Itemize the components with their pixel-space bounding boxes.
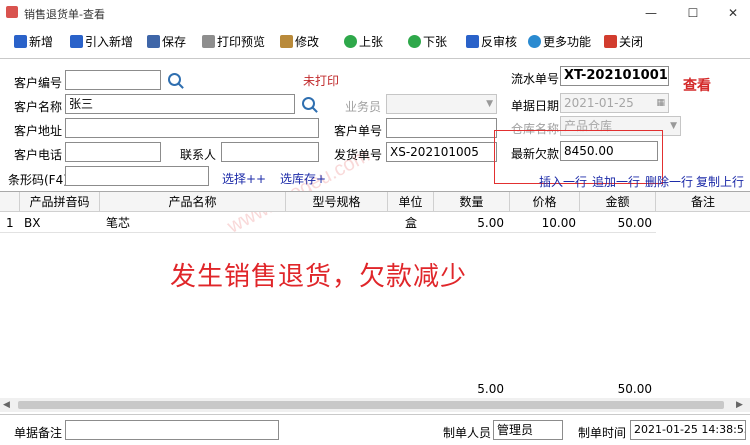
next-button[interactable]: 下张 [408, 32, 447, 52]
arrow-right-icon [408, 35, 421, 48]
toolbar-divider [0, 58, 750, 59]
column-header[interactable]: 产品拼音码 [20, 192, 100, 212]
tools-icon [280, 35, 293, 48]
annotation-text: 发生销售退货，欠款减少 [170, 262, 468, 292]
scrollbar-thumb[interactable] [18, 401, 724, 409]
import-new-button[interactable]: 引入新增 [70, 32, 133, 52]
customer-phone-input[interactable] [65, 142, 161, 162]
time-label: 制单时间 [578, 426, 627, 440]
floppy-icon [147, 35, 160, 48]
more-functions-button[interactable]: 更多功能 [528, 32, 591, 52]
customer-name-label: 客户名称 [14, 100, 63, 114]
select-link[interactable]: 选择++ [222, 170, 266, 187]
unit-cell[interactable]: 盒 [388, 214, 434, 232]
search-icon[interactable] [302, 97, 315, 110]
items-grid: 产品拼音码 产品名称 型号规格 单位 数量 价格 金额 备注 1 BX 笔芯 盒… [0, 191, 750, 412]
printer-icon [202, 35, 215, 48]
close-button[interactable]: 关闭 [604, 32, 643, 52]
app-icon [6, 6, 18, 18]
append-row-link[interactable]: 追加一行 [592, 173, 640, 190]
total-amount: 50.00 [617, 382, 652, 396]
select-stock-link[interactable]: 选库存+ [280, 170, 326, 187]
customer-order-input[interactable] [386, 118, 497, 138]
insert-row-link[interactable]: 插入一行 [539, 173, 587, 190]
serial-no-field: XT-202101001 [560, 66, 669, 86]
column-header[interactable]: 型号规格 [286, 192, 388, 212]
barcode-input[interactable] [65, 166, 209, 186]
plus-icon [70, 35, 83, 48]
customer-address-label: 客户地址 [14, 124, 63, 138]
minimize-button[interactable]: — [638, 3, 664, 23]
copy-row-link[interactable]: 复制上行 [696, 173, 744, 190]
modify-button[interactable]: 修改 [280, 32, 319, 52]
customer-phone-label: 客户电话 [14, 148, 63, 162]
row-number: 1 [6, 216, 14, 230]
contact-input[interactable] [221, 142, 319, 162]
column-header[interactable]: 单位 [388, 192, 434, 212]
product-name-cell[interactable]: 笔芯 [106, 214, 130, 232]
column-header[interactable]: 备注 [656, 192, 750, 212]
doc-date-picker[interactable]: 2021-01-25 ▦ [560, 93, 669, 113]
row-divider [0, 232, 656, 233]
total-quantity: 5.00 [477, 382, 504, 396]
barcode-label: 条形码(F4) [8, 173, 68, 187]
footer: 单据备注 制单人员 管理员 制单时间 2021-01-25 14:38:55 [0, 414, 750, 445]
customer-address-input[interactable] [65, 118, 319, 138]
arrow-left-icon [344, 35, 357, 48]
quantity-cell[interactable]: 5.00 [434, 214, 504, 232]
chevron-down-icon: ▼ [670, 121, 677, 131]
delete-row-link[interactable]: 删除一行 [645, 173, 693, 190]
column-header[interactable]: 产品名称 [100, 192, 286, 212]
doc-date-label: 单据日期 [511, 99, 560, 113]
maker-field: 管理员 [493, 420, 563, 440]
maximize-button[interactable]: ☐ [680, 3, 706, 23]
column-header[interactable]: 价格 [510, 192, 580, 212]
column-header[interactable]: 金额 [580, 192, 656, 212]
new-button[interactable]: 新增 [14, 32, 53, 52]
document-icon [466, 35, 479, 48]
time-field: 2021-01-25 14:38:55 [630, 420, 746, 440]
unapprove-button[interactable]: 反审核 [466, 32, 517, 52]
row-number-header [0, 192, 20, 212]
chevron-down-icon: ▼ [486, 99, 493, 109]
calendar-icon: ▦ [656, 98, 665, 108]
print-preview-button[interactable]: 打印预览 [202, 32, 265, 52]
salesperson-label: 业务员 [345, 100, 382, 114]
price-cell[interactable]: 10.00 [510, 214, 576, 232]
remark-label: 单据备注 [14, 426, 63, 440]
mode-badge: 查看 [683, 78, 711, 94]
scroll-right-icon[interactable]: ▶ [736, 400, 743, 410]
title-bar: 销售退货单-查看 — ☐ ✕ [0, 0, 750, 26]
save-button[interactable]: 保存 [147, 32, 186, 52]
scroll-left-icon[interactable]: ◀ [3, 400, 10, 410]
delivery-no-label: 发货单号 [334, 148, 383, 162]
window-title: 销售退货单-查看 [24, 8, 105, 21]
amount-cell[interactable]: 50.00 [580, 214, 652, 232]
plus-icon [14, 35, 27, 48]
customer-code-input[interactable] [65, 70, 161, 90]
toolbar: 新增 引入新增 保存 打印预览 修改 上张 下张 反审核 更多功能 关闭 [0, 28, 750, 56]
horizontal-scrollbar[interactable]: ◀ ▶ [0, 398, 750, 412]
remark-input[interactable] [65, 420, 279, 440]
maker-label: 制单人员 [443, 426, 492, 440]
search-icon[interactable] [168, 73, 181, 86]
customer-name-input[interactable]: 张三 [65, 94, 295, 114]
print-status: 未打印 [303, 74, 340, 88]
pinyin-cell[interactable]: BX [24, 214, 40, 232]
power-icon [604, 35, 617, 48]
customer-code-label: 客户编号 [14, 76, 63, 90]
close-window-button[interactable]: ✕ [720, 3, 746, 23]
salesperson-select[interactable]: ▼ [386, 94, 497, 114]
contact-label: 联系人 [180, 148, 217, 162]
delivery-no-input[interactable]: XS-202101005 [386, 142, 497, 162]
gear-icon [528, 35, 541, 48]
serial-no-label: 流水单号 [511, 72, 560, 86]
customer-order-label: 客户单号 [334, 124, 383, 138]
column-header[interactable]: 数量 [434, 192, 510, 212]
prev-button[interactable]: 上张 [344, 32, 383, 52]
